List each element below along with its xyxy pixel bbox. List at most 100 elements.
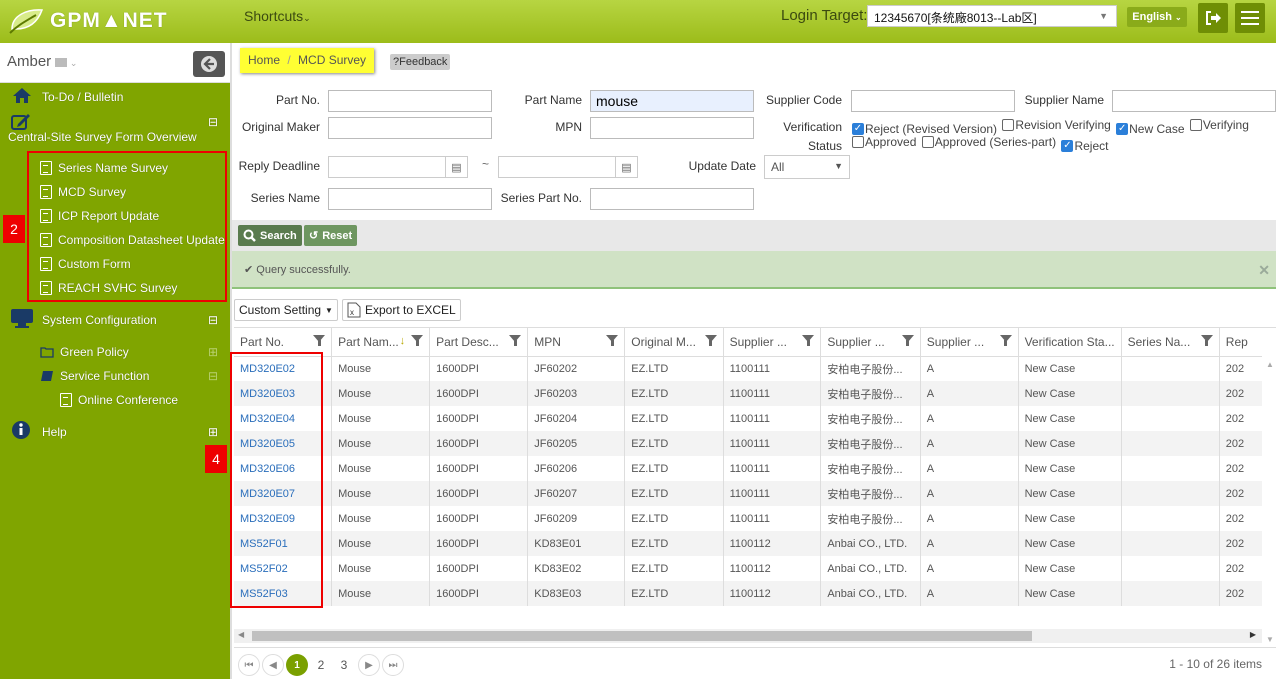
- scroll-left-icon[interactable]: ◀: [238, 630, 244, 639]
- filter-icon[interactable]: [999, 335, 1012, 346]
- collapse-toggle-icon[interactable]: ⊟: [208, 369, 218, 383]
- nav-reach-svhc-survey[interactable]: REACH SVHC Survey: [40, 281, 177, 295]
- part-name-input[interactable]: [590, 90, 754, 112]
- checkbox-reject[interactable]: ✓ Reject: [1061, 139, 1108, 153]
- column-header[interactable]: Part Nam... ↓: [331, 328, 431, 357]
- user-menu[interactable]: Amber ⌄: [7, 53, 77, 70]
- nav-service-function[interactable]: Service Function: [40, 369, 149, 383]
- part-no-link[interactable]: MD320E04: [240, 413, 295, 425]
- part-no-link[interactable]: MD320E05: [240, 438, 295, 450]
- logout-button[interactable]: [1198, 3, 1228, 33]
- page-2-button[interactable]: 2: [310, 654, 332, 676]
- checkbox-approved[interactable]: Approved: [852, 135, 916, 149]
- reply-deadline-from[interactable]: ▤: [328, 156, 468, 178]
- mpn-input[interactable]: [590, 117, 754, 139]
- prev-page-button[interactable]: ◀: [262, 654, 284, 676]
- filter-icon[interactable]: [704, 335, 717, 346]
- table-row[interactable]: MD320E06 Mouse 1600DPI JF60206 EZ.LTD 1100111…: [234, 456, 1276, 481]
- table-row[interactable]: MD320E02 Mouse 1600DPI JF60202 EZ.LTD 1100111…: [234, 356, 1276, 381]
- part-no-link[interactable]: MS52F02: [240, 563, 288, 575]
- vertical-scrollbar[interactable]: ▲ ▼: [1262, 356, 1276, 644]
- filter-icon[interactable]: [606, 335, 619, 346]
- part-no-link[interactable]: MS52F03: [240, 588, 288, 600]
- next-page-button[interactable]: ▶: [358, 654, 380, 676]
- checkbox-new-case[interactable]: ✓ New Case: [1116, 122, 1185, 136]
- reply-deadline-to[interactable]: ▤: [498, 156, 638, 178]
- horizontal-scrollbar[interactable]: ◀ ▶: [234, 629, 1262, 643]
- search-button[interactable]: Search: [238, 225, 302, 246]
- table-row[interactable]: MD320E07 Mouse 1600DPI JF60207 EZ.LTD 1100111…: [234, 481, 1276, 506]
- calendar-icon[interactable]: ▤: [445, 157, 467, 177]
- part-no-input[interactable]: [328, 90, 492, 112]
- column-header[interactable]: Rep: [1219, 328, 1276, 357]
- table-row[interactable]: MS52F02 Mouse 1600DPI KD83E02 EZ.LTD 1100112 A…: [234, 556, 1276, 581]
- export-excel-button[interactable]: x Export to EXCEL: [341, 299, 461, 321]
- column-header[interactable]: Part Desc...: [429, 328, 529, 357]
- nav-todo-bulletin[interactable]: To-Do / Bulletin: [0, 88, 230, 108]
- last-page-button[interactable]: ⏭: [382, 654, 404, 676]
- custom-setting-dropdown[interactable]: Custom Setting ▼: [234, 299, 338, 321]
- feedback-button[interactable]: ?Feedback: [390, 54, 451, 70]
- breadcrumb-home[interactable]: Home: [248, 53, 280, 67]
- table-row[interactable]: MD320E09 Mouse 1600DPI JF60209 EZ.LTD 1100111…: [234, 506, 1276, 531]
- nav-series-name-survey[interactable]: Series Name Survey: [40, 161, 168, 175]
- checkbox-verifying[interactable]: Verifying: [1189, 118, 1249, 132]
- first-page-button[interactable]: ⏮: [238, 654, 260, 676]
- checkbox-revision-verifying[interactable]: Revision Verifying: [1002, 118, 1111, 132]
- supplier-name-input[interactable]: [1112, 90, 1276, 112]
- expand-toggle-icon[interactable]: ⊞: [208, 425, 218, 439]
- sort-arrow-icon[interactable]: ↓: [400, 335, 406, 347]
- menu-button[interactable]: [1235, 3, 1265, 33]
- login-target-select[interactable]: 12345670[条统廠8013--Lab区] ▼: [867, 5, 1117, 27]
- reset-button[interactable]: ↺ Reset: [304, 225, 358, 246]
- supplier-code-input[interactable]: [851, 90, 1015, 112]
- part-no-link[interactable]: MD320E06: [240, 463, 295, 475]
- table-row[interactable]: MD320E03 Mouse 1600DPI JF60203 EZ.LTD 1100111…: [234, 381, 1276, 406]
- part-no-link[interactable]: MD320E02: [240, 363, 295, 375]
- page-3-button[interactable]: 3: [333, 654, 355, 676]
- nav-system-configuration[interactable]: System Configuration ⊟: [0, 309, 230, 333]
- nav-online-conference[interactable]: Online Conference: [60, 393, 178, 407]
- series-name-input[interactable]: [328, 188, 492, 210]
- page-1-button[interactable]: 1: [286, 654, 308, 676]
- collapse-sidebar-button[interactable]: [193, 51, 225, 77]
- series-part-no-input[interactable]: [590, 188, 754, 210]
- part-no-link[interactable]: MS52F01: [240, 538, 288, 550]
- scroll-up-icon[interactable]: ▲: [1266, 360, 1274, 369]
- table-row[interactable]: MS52F03 Mouse 1600DPI KD83E03 EZ.LTD 1100112 A…: [234, 581, 1276, 606]
- filter-icon[interactable]: [1200, 335, 1213, 346]
- nav-mcd-survey[interactable]: MCD Survey: [40, 185, 126, 199]
- filter-icon[interactable]: [901, 335, 914, 346]
- column-header[interactable]: Supplier ...: [920, 328, 1019, 357]
- scroll-down-icon[interactable]: ▼: [1266, 635, 1274, 644]
- nav-custom-form[interactable]: Custom Form: [40, 257, 131, 271]
- collapse-toggle-icon[interactable]: ⊟: [208, 313, 218, 327]
- language-select[interactable]: English ⌄: [1127, 7, 1187, 27]
- table-row[interactable]: MD320E04 Mouse 1600DPI JF60204 EZ.LTD 1100111…: [234, 406, 1276, 431]
- part-no-link[interactable]: MD320E03: [240, 388, 295, 400]
- close-icon[interactable]: ✕: [1258, 262, 1270, 279]
- filter-icon[interactable]: [802, 335, 815, 346]
- column-header[interactable]: Supplier ...: [723, 328, 822, 357]
- logo[interactable]: GPM▲NET: [8, 6, 168, 36]
- filter-icon[interactable]: [411, 335, 424, 346]
- nav-green-policy[interactable]: Green Policy: [40, 345, 129, 359]
- checkbox-approved-series-part[interactable]: Approved (Series-part): [921, 135, 1056, 149]
- horizontal-scroll-thumb[interactable]: [252, 631, 1032, 641]
- column-header[interactable]: Supplier ...: [820, 328, 921, 357]
- calendar-icon[interactable]: ▤: [615, 157, 637, 177]
- filter-icon[interactable]: [509, 335, 522, 346]
- checkbox-reject-revised[interactable]: ✓ Reject (Revised Version): [852, 122, 997, 136]
- nav-icp-report-update[interactable]: ICP Report Update: [40, 209, 159, 223]
- column-header[interactable]: Verification Sta...: [1018, 328, 1122, 357]
- nav-survey-form-overview[interactable]: Central-Site Survey Form Overview ⊟: [0, 113, 230, 145]
- column-header[interactable]: Part No.: [234, 328, 333, 357]
- expand-toggle-icon[interactable]: ⊞: [208, 345, 218, 359]
- column-header[interactable]: Original M...: [624, 328, 724, 357]
- filter-icon[interactable]: [313, 335, 326, 346]
- table-row[interactable]: MS52F01 Mouse 1600DPI KD83E01 EZ.LTD 1100112 A…: [234, 531, 1276, 556]
- nav-help[interactable]: Help ⊞: [0, 421, 230, 445]
- column-header[interactable]: MPN: [527, 328, 626, 357]
- collapse-toggle-icon[interactable]: ⊟: [208, 115, 218, 129]
- table-row[interactable]: MD320E05 Mouse 1600DPI JF60205 EZ.LTD 1100111…: [234, 431, 1276, 456]
